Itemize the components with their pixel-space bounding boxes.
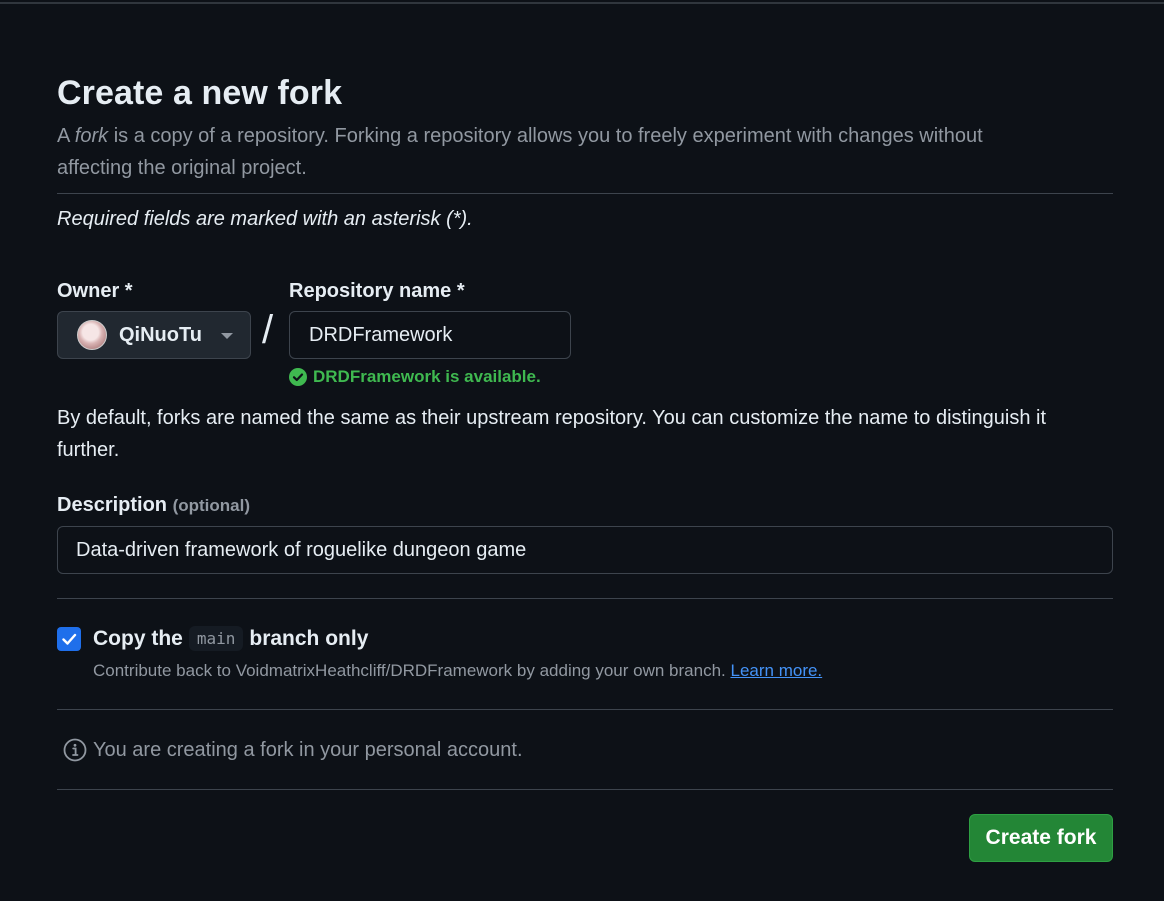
divider bbox=[57, 598, 1113, 599]
personal-account-info: You are creating a fork in your personal… bbox=[63, 738, 523, 762]
branch-name-code: main bbox=[188, 626, 244, 651]
copy-main-branch-checkbox[interactable] bbox=[57, 627, 81, 651]
owner-name: QiNuoTu bbox=[119, 323, 202, 346]
create-fork-button[interactable]: Create fork bbox=[969, 814, 1113, 862]
checkmark-icon bbox=[62, 633, 77, 645]
divider bbox=[57, 789, 1113, 790]
divider bbox=[57, 709, 1113, 710]
page-subtitle: A fork is a copy of a repository. Forkin… bbox=[57, 125, 983, 179]
description-input[interactable] bbox=[57, 526, 1113, 574]
availability-message: DRDFramework is available. bbox=[289, 367, 541, 387]
info-icon bbox=[63, 738, 87, 762]
copy-branch-subtext: Contribute back to VoidmatrixHeathcliff/… bbox=[93, 661, 823, 680]
repository-name-input[interactable] bbox=[289, 311, 571, 359]
owner-label: Owner * bbox=[57, 280, 133, 302]
description-label: Description (optional) bbox=[57, 494, 251, 516]
repository-name-label: Repository name * bbox=[289, 280, 465, 302]
check-circle-icon bbox=[289, 368, 307, 386]
optional-tag: (optional) bbox=[172, 496, 251, 515]
divider bbox=[57, 193, 1113, 194]
naming-hint: By default, forks are named the same as … bbox=[57, 407, 1047, 461]
fork-term: fork bbox=[74, 125, 109, 147]
owner-select-button[interactable]: QiNuoTu bbox=[57, 311, 251, 359]
caret-down-icon bbox=[221, 333, 233, 339]
top-border bbox=[0, 2, 1164, 4]
copy-branch-label[interactable]: Copy the main branch only bbox=[93, 626, 368, 651]
availability-text: DRDFramework is available. bbox=[313, 367, 541, 386]
learn-more-link[interactable]: Learn more. bbox=[731, 661, 823, 680]
required-fields-note: Required fields are marked with an aster… bbox=[57, 208, 473, 230]
page-title: Create a new fork bbox=[57, 74, 343, 112]
info-text: You are creating a fork in your personal… bbox=[93, 738, 523, 761]
owner-repo-separator: / bbox=[262, 308, 274, 352]
avatar bbox=[77, 320, 107, 350]
